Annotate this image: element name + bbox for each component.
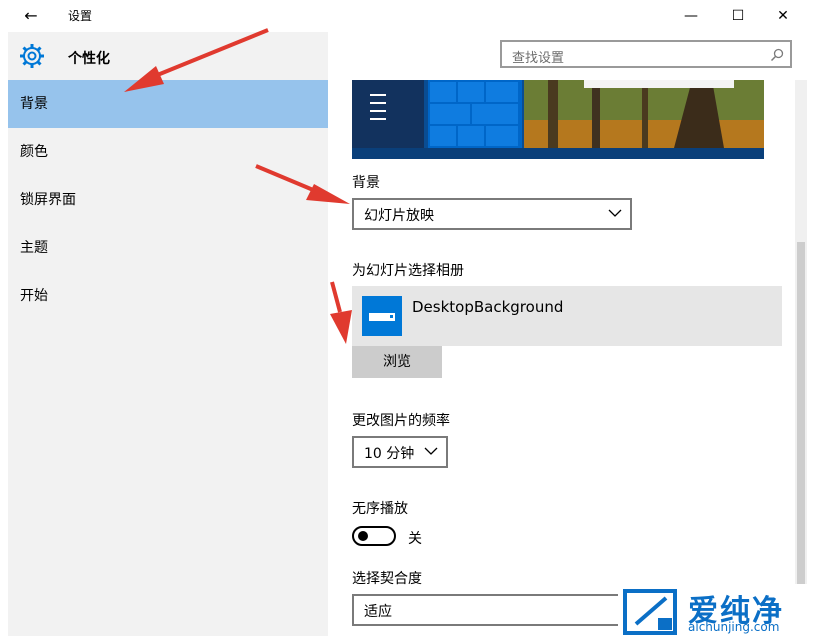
- album-item[interactable]: DesktopBackground: [352, 286, 782, 346]
- album-folder-icon: [362, 296, 402, 336]
- minimize-button[interactable]: —: [676, 6, 706, 26]
- background-label: 背景: [352, 175, 380, 191]
- sidebar-item-label: 锁屏界面: [20, 192, 76, 208]
- album-label: 为幻灯片选择相册: [352, 263, 464, 279]
- album-name: DesktopBackground: [412, 298, 564, 316]
- close-button[interactable]: ✕: [768, 6, 798, 26]
- fit-label: 选择契合度: [352, 571, 422, 587]
- window-title: 设置: [68, 9, 93, 23]
- maximize-button[interactable]: ☐: [723, 6, 753, 26]
- title-bar: ← 设置 — ☐ ✕: [0, 0, 815, 32]
- gear-icon: [20, 44, 44, 68]
- sidebar-item-colors[interactable]: 颜色: [8, 128, 328, 176]
- sidebar-item-label: 主题: [20, 240, 48, 256]
- settings-window: ← 设置 — ☐ ✕ 个性化 背景 颜色 锁屏界面 主题 开始 查找设置 背景 …: [0, 0, 815, 640]
- fit-dropdown-value: 适应: [364, 604, 392, 620]
- watermark: 爱纯净 aichunjing.com: [618, 584, 814, 640]
- sidebar-item-background[interactable]: 背景: [8, 80, 328, 128]
- shuffle-state: 关: [408, 531, 422, 547]
- frequency-dropdown-value: 10 分钟: [364, 446, 415, 462]
- browse-button[interactable]: 浏览: [352, 346, 442, 378]
- sidebar-item-label: 背景: [20, 96, 48, 112]
- chevron-down-icon: [608, 209, 622, 217]
- search-placeholder: 查找设置: [512, 51, 565, 66]
- sidebar-header: 个性化: [68, 51, 110, 67]
- back-button[interactable]: ←: [20, 6, 42, 26]
- frequency-label: 更改图片的频率: [352, 413, 450, 429]
- sidebar: 个性化 背景 颜色 锁屏界面 主题 开始: [8, 32, 328, 636]
- fit-dropdown[interactable]: 适应: [352, 594, 632, 626]
- sidebar-item-lock-screen[interactable]: 锁屏界面: [8, 176, 328, 224]
- sidebar-item-label: 颜色: [20, 144, 48, 160]
- background-dropdown[interactable]: 幻灯片放映: [352, 198, 632, 230]
- shuffle-label: 无序播放: [352, 501, 408, 517]
- watermark-logo-icon: [623, 589, 677, 635]
- scrollbar-thumb[interactable]: [797, 242, 805, 636]
- sidebar-item-themes[interactable]: 主题: [8, 224, 328, 272]
- search-icon[interactable]: [770, 48, 784, 62]
- toggle-knob: [358, 531, 368, 541]
- sidebar-item-label: 开始: [20, 288, 48, 304]
- watermark-url: aichunjing.com: [688, 620, 780, 634]
- background-dropdown-value: 幻灯片放映: [364, 208, 434, 224]
- sidebar-item-start[interactable]: 开始: [8, 272, 328, 320]
- background-preview-image: [352, 80, 764, 159]
- shuffle-toggle[interactable]: [352, 526, 396, 546]
- scrollbar[interactable]: [795, 80, 807, 636]
- chevron-down-icon: [424, 447, 438, 455]
- frequency-dropdown[interactable]: 10 分钟: [352, 436, 448, 468]
- search-input[interactable]: 查找设置: [500, 40, 792, 68]
